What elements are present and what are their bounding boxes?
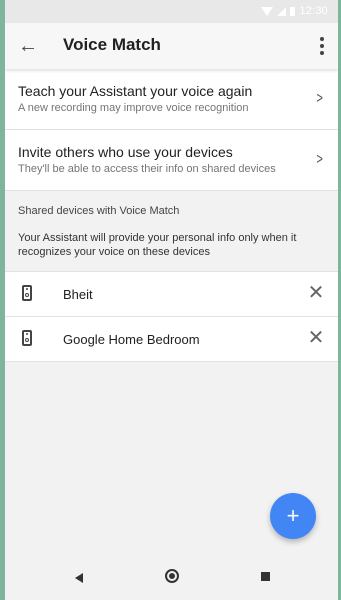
option-title: Teach your Assistant your voice again [18,83,253,99]
device-name: Google Home Bedroom [63,331,200,347]
shared-devices-section: Shared devices with Voice Match Your Ass… [5,191,338,272]
close-icon[interactable]: ✕ [307,328,325,348]
chevron-right-icon: > [316,151,323,168]
device-name: Bheit [63,286,93,302]
option-subtitle: They'll be able to access their info on … [18,163,276,175]
app-bar: ← Voice Match [5,23,338,69]
status-icons: 12:30 [261,5,328,17]
nav-recents-icon[interactable] [261,572,270,581]
invite-others-item[interactable]: Invite others who use your devices They'… [5,130,338,191]
section-description: Your Assistant will provide your persona… [18,232,297,258]
section-heading: Shared devices with Voice Match [18,205,180,217]
speaker-icon [22,285,32,301]
signal-icon [277,6,287,16]
chevron-right-icon: > [316,90,323,107]
nav-home-icon[interactable] [165,569,179,583]
device-row-bheit: Bheit ✕ [5,272,338,317]
device-list: Bheit ✕ Google Home Bedroom ✕ [5,272,338,362]
nav-back-icon[interactable] [75,573,83,583]
option-subtitle: A new recording may improve voice recogn… [18,102,249,114]
page-title: Voice Match [63,35,161,54]
arrow-back-icon[interactable]: ← [13,31,43,61]
option-title: Invite others who use your devices [18,144,233,160]
device-row-google-home-bedroom: Google Home Bedroom ✕ [5,317,338,362]
wifi-icon [261,6,274,16]
options-list: Teach your Assistant your voice again A … [5,69,338,191]
speaker-icon [22,330,32,346]
more-vert-icon[interactable] [310,31,334,61]
teach-voice-again-item[interactable]: Teach your Assistant your voice again A … [5,69,338,130]
status-bar: 12:30 [5,0,338,23]
status-time: 12:30 [299,5,328,17]
phone-screen: 12:30 ← Voice Match Teach your Assistant… [5,0,338,600]
add-button[interactable]: + [270,493,316,539]
close-icon[interactable]: ✕ [307,283,325,303]
battery-icon [290,6,296,16]
navigation-bar [5,558,338,600]
